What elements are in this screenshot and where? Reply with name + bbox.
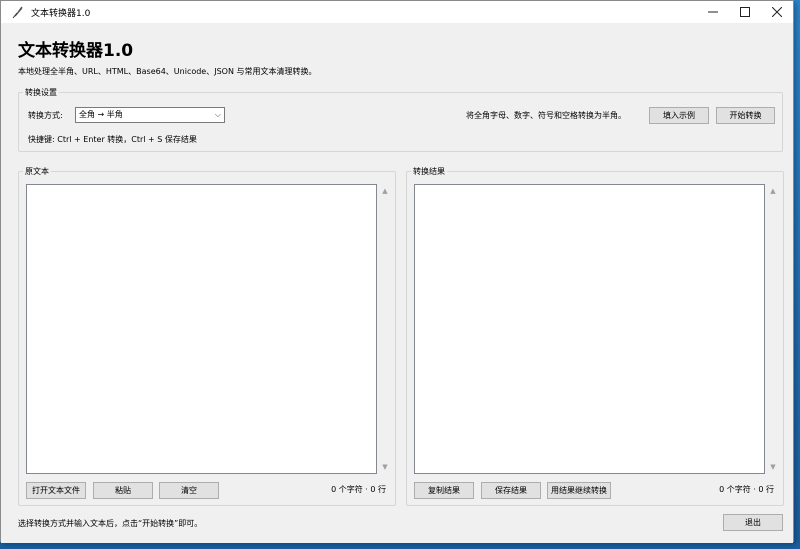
result-scrollbar[interactable]: ▲ ▼ (766, 184, 780, 474)
mode-label: 转换方式: (28, 111, 63, 120)
result-group-label: 转换结果 (411, 166, 447, 177)
mode-select[interactable]: 全角 → 半角 ⌵ (75, 107, 225, 123)
mode-description: 将全角字母、数字、符号和空格转换为半角。 (466, 111, 626, 120)
source-group-label: 原文本 (23, 166, 51, 177)
feather-icon (12, 6, 23, 19)
exit-button[interactable]: 退出 (723, 514, 783, 531)
scroll-up-icon[interactable]: ▲ (766, 184, 780, 198)
minimize-icon (708, 11, 718, 13)
close-icon (772, 7, 782, 17)
status-text: 选择转换方式并输入文本后，点击“开始转换”即可。 (18, 519, 203, 528)
title-bar[interactable]: 文本转换器1.0 (1, 1, 793, 23)
save-result-button[interactable]: 保存结果 (481, 482, 541, 499)
clear-button[interactable]: 清空 (159, 482, 219, 499)
scroll-up-icon[interactable]: ▲ (378, 184, 392, 198)
maximize-icon (740, 7, 750, 17)
result-group: 转换结果 ▲ ▼ 复制结果 保存结果 用结果继续转换 0 个字符 · 0 行 (406, 166, 784, 506)
mode-select-value: 全角 → 半角 (79, 110, 123, 119)
open-file-button[interactable]: 打开文本文件 (26, 482, 86, 499)
scroll-down-icon[interactable]: ▼ (378, 460, 392, 474)
fill-example-button[interactable]: 填入示例 (649, 107, 709, 124)
chevron-down-icon: ⌵ (214, 110, 221, 119)
continue-convert-button[interactable]: 用结果继续转换 (547, 482, 611, 499)
close-button[interactable] (761, 1, 793, 23)
settings-group-label: 转换设置 (23, 87, 59, 98)
settings-group: 转换设置 转换方式: 全角 → 半角 ⌵ 将全角字母、数字、符号和空格转换为半角… (18, 87, 783, 152)
source-group: 原文本 ▲ ▼ 打开文本文件 粘贴 清空 0 个字符 · 0 行 (18, 166, 396, 506)
start-convert-button[interactable]: 开始转换 (716, 107, 775, 124)
window-client-area: 文本转换器1.0 本地处理全半角、URL、HTML、Base64、Unicode… (1, 23, 793, 543)
window-title: 文本转换器1.0 (31, 8, 91, 19)
scroll-down-icon[interactable]: ▼ (766, 460, 780, 474)
source-scrollbar[interactable]: ▲ ▼ (378, 184, 392, 474)
result-textarea[interactable] (414, 184, 765, 474)
shortcut-hint: 快捷键: Ctrl + Enter 转换，Ctrl + S 保存结果 (28, 135, 197, 144)
maximize-button[interactable] (729, 1, 761, 23)
app-window: 文本转换器1.0 文本转换器1.0 本地处理全半角、URL、HTML、Base6… (0, 0, 794, 543)
source-textarea[interactable] (26, 184, 377, 474)
minimize-button[interactable] (697, 1, 729, 23)
page-subtitle: 本地处理全半角、URL、HTML、Base64、Unicode、JSON 与常用… (18, 67, 317, 76)
copy-result-button[interactable]: 复制结果 (414, 482, 474, 499)
result-count: 0 个字符 · 0 行 (719, 485, 774, 494)
paste-button[interactable]: 粘贴 (93, 482, 153, 499)
source-count: 0 个字符 · 0 行 (331, 485, 386, 494)
page-title: 文本转换器1.0 (18, 41, 134, 61)
